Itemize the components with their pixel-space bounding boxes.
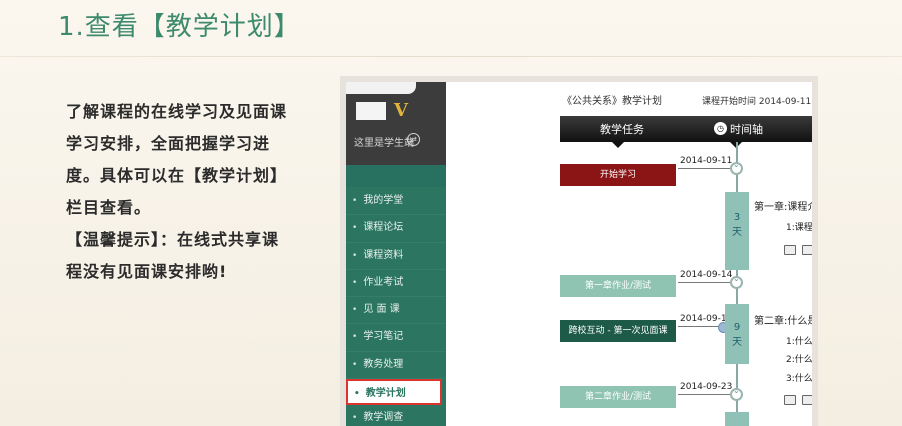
chapter-title[interactable]: 第二章:什么是 [754,312,812,327]
plan-start-date: 课程开始时间 2014-09-11 [702,97,812,107]
task-chapter1-homework[interactable]: 第一章作业/测试 [560,275,676,297]
resource-icons [784,390,812,409]
timeline-node[interactable]: ⌄ [730,386,743,401]
sidebar-menu: • 我的学堂 • 课程论坛 • 课程资料 • 作业考试 • 见 面 课 • 学习笔记 • 教务… [346,188,446,426]
sidebar-item-survey[interactable]: • 教学调查 [346,405,446,426]
plan-title: 《公共关系》教学计划 [562,96,662,107]
sidebar-item-teaching-plan[interactable]: • 教学计划 [346,379,442,406]
sidebar-item-meeting[interactable]: • 见 面 课 [346,297,446,325]
sidebar-gap [346,165,446,187]
duration-box [725,412,749,426]
sidebar-item-label: 学习笔记 [363,331,404,343]
sidebar-item-forum[interactable]: • 课程论坛 [346,215,446,243]
duration-unit: 天 [732,337,742,348]
duration-box: 3 天 [725,192,749,270]
sidebar-item-label: 课程资料 [363,249,404,261]
bullet-icon: • [352,413,358,424]
logo-letter: V [394,100,408,121]
document-icon[interactable] [802,245,812,255]
logo [356,102,386,120]
sidebar-header: V 这里是学生端 ⇄ [346,82,446,165]
page-title: 1.查看【教学计划】 [58,12,301,42]
task-start-learning[interactable]: 开始学习 [560,164,676,186]
description-line: 度。具体可以在【教学计划】 [66,166,288,185]
sidebar-tab[interactable] [346,82,416,94]
description-line: 程没有见面课安排哟! [66,262,228,281]
bullet-icon: • [352,359,358,370]
sidebar-item-materials[interactable]: • 课程资料 [346,243,446,270]
description-line: 栏目查看。 [66,198,152,217]
timeline-connector [678,168,730,169]
sidebar-item-exams[interactable]: • 作业考试 [346,270,446,298]
title-divider [0,56,902,57]
duration-box: 9 天 [725,304,749,364]
bullet-icon: • [352,305,358,316]
resource-icons [784,240,812,259]
chevron-down-icon: ⌄ [733,386,740,395]
sidebar: V 这里是学生端 ⇄ • 我的学堂 • 课程论坛 • 课程资料 • 作业考试 • 见 面 … [346,82,446,426]
notch-icon [612,142,624,148]
timeline-date: 2014-09-23 [680,382,733,392]
video-icon[interactable] [784,245,796,255]
timeline-connector [678,282,730,283]
bullet-icon: • [352,250,358,261]
chevron-down-icon: ⌄ [733,160,740,169]
duration-number: 3 [733,212,741,223]
sidebar-item-label: 课程论坛 [363,222,404,234]
clock-icon: ◷ [714,122,727,135]
sidebar-item-affairs[interactable]: • 教务处理 [346,352,446,380]
description-line: 【温馨提示】：在线式共享课 [66,230,280,249]
sidebar-item-my-study[interactable]: • 我的学堂 [346,188,446,216]
timeline-date: 2014-09-11 [680,156,733,166]
sidebar-item-label: 我的学堂 [363,195,404,206]
chevron-down-icon: ⌄ [733,274,740,283]
bullet-icon: • [354,389,360,400]
video-icon[interactable] [784,395,796,405]
task-chapter2-homework[interactable]: 第二章作业/测试 [560,386,676,408]
student-side-label: 这里是学生端 [354,138,414,149]
bullet-icon: • [352,223,358,234]
duration-unit: 天 [732,227,742,238]
description: 了解课程的在线学习及见面课 学习安排，全面把握学习进 度。具体可以在【教学计划】… [66,96,316,288]
timeline-node[interactable]: ⌄ [730,160,743,175]
description-line: 了解课程的在线学习及见面课 [66,102,288,121]
duration-number: 9 [733,322,741,333]
bullet-icon: • [352,332,358,343]
document-icon[interactable] [802,395,812,405]
chapter-title[interactable]: 第一章:课程介 [754,198,812,213]
timeline-connector [678,394,730,395]
header-timeline-label: 时间轴 [730,123,763,136]
header-task-label: 教学任务 [600,123,644,136]
timeline-date: 2014-09-14 [680,270,733,280]
timeline-connector [678,326,720,327]
course-screenshot: V 这里是学生端 ⇄ • 我的学堂 • 课程论坛 • 课程资料 • 作业考试 • 见 面 … [340,76,818,426]
timeline-node[interactable]: ⌄ [730,274,743,289]
task-meeting-class[interactable]: 跨校互动 - 第一次见面课 [560,320,676,342]
sidebar-item-label: 教务处理 [363,358,404,370]
chapter-item[interactable]: 1:课程介 [786,220,812,233]
chapter-item[interactable]: 1:什么是 [786,334,812,347]
chapter-item[interactable]: 2:什么是 [786,352,812,365]
plan-header-bar: 教学任务 ◷ 时间轴 [560,116,812,148]
chapter-item[interactable]: 3:什么是 [786,371,812,384]
sidebar-item-label: 教学调查 [363,412,404,424]
switch-icon[interactable]: ⇄ [407,133,420,146]
sidebar-item-label: 作业考试 [363,276,404,288]
sidebar-item-label: 教学计划 [365,388,406,400]
sidebar-item-label: 见 面 课 [363,304,400,316]
bullet-icon: • [352,277,358,288]
description-line: 学习安排，全面把握学习进 [66,134,271,153]
bullet-icon: • [352,196,358,206]
sidebar-item-notes[interactable]: • 学习笔记 [346,324,446,352]
